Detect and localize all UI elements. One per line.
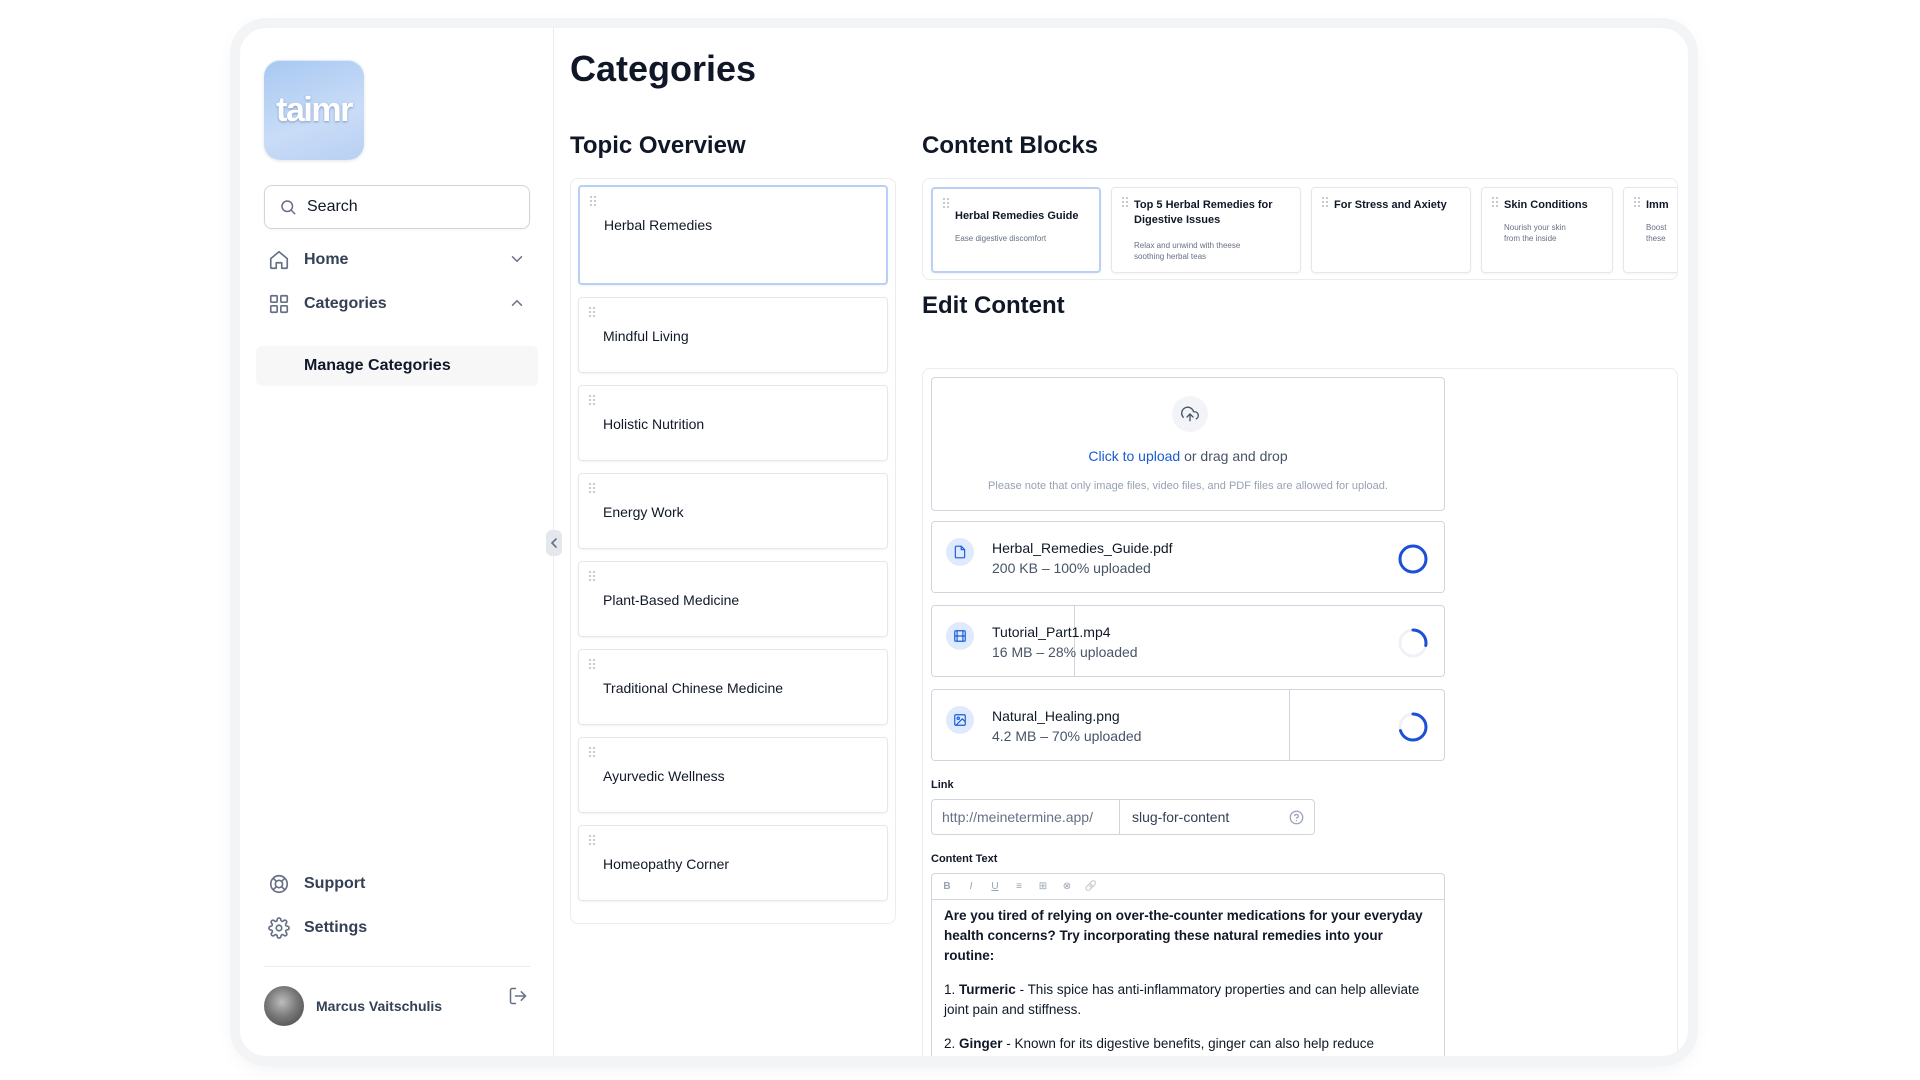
upload-instruction: Click to upload or drag and drop — [1088, 448, 1288, 464]
uploaded-file-item: Natural_Healing.png 4.2 MB – 70% uploade… — [931, 689, 1445, 761]
progress-ring — [1398, 544, 1428, 574]
slug-input[interactable]: slug-for-content — [1120, 800, 1314, 834]
nav-item-categories[interactable]: Categories — [268, 290, 530, 318]
drag-handle-icon[interactable] — [588, 570, 596, 582]
topic-card[interactable]: Homeopathy Corner — [578, 825, 888, 901]
content-block-card[interactable]: For Stress and Axiety — [1311, 187, 1471, 273]
content-intro: Are you tired of relying on over-the-cou… — [944, 908, 1423, 963]
upload-note: Please note that only image files, video… — [988, 480, 1388, 492]
search-placeholder: Search — [307, 198, 358, 215]
app-window: taimr Search Home Categories Manage Cate… — [240, 28, 1688, 1056]
nav-item-home[interactable]: Home — [268, 246, 530, 274]
nav-item-support[interactable]: Support — [268, 870, 530, 898]
drag-handle-icon[interactable] — [1491, 196, 1499, 208]
drag-handle-icon[interactable] — [588, 482, 596, 494]
sidebar-divider — [264, 966, 530, 967]
topic-card[interactable]: Plant-Based Medicine — [578, 561, 888, 637]
file-meta: 16 MB – 28% uploaded — [992, 644, 1138, 660]
topic-overview-title: Topic Overview — [570, 132, 746, 159]
file-icon — [946, 538, 974, 566]
underline-button[interactable]: U — [988, 881, 1002, 892]
topic-list: Herbal Remedies Mindful Living Holistic … — [570, 178, 896, 924]
search-input[interactable]: Search — [264, 185, 530, 229]
topic-card[interactable]: Traditional Chinese Medicine — [578, 649, 888, 725]
video-icon — [946, 622, 974, 650]
drag-handle-icon[interactable] — [588, 746, 596, 758]
drag-handle-icon[interactable] — [588, 306, 596, 318]
content-blocks-title: Content Blocks — [922, 132, 1099, 159]
link-button[interactable]: 🔗 — [1084, 881, 1098, 892]
upload-cloud-icon — [1172, 396, 1208, 432]
drag-handle-icon[interactable] — [1321, 196, 1329, 208]
nav-item-settings[interactable]: Settings — [268, 914, 530, 942]
image-icon — [946, 706, 974, 734]
click-to-upload-link[interactable]: Click to upload — [1088, 448, 1180, 464]
clear-format-button[interactable]: ⊗ — [1060, 881, 1074, 892]
app-logo[interactable]: taimr — [264, 60, 364, 160]
drag-handle-icon[interactable] — [588, 394, 596, 406]
home-icon — [269, 250, 289, 270]
topic-card[interactable]: Holistic Nutrition — [578, 385, 888, 461]
drag-handle-icon[interactable] — [589, 195, 597, 207]
file-meta: 200 KB – 100% uploaded — [992, 560, 1151, 576]
link-field: http://meinetermine.app/ slug-for-conten… — [931, 799, 1315, 835]
progress-ring-arc — [1398, 544, 1428, 574]
chevron-down-icon[interactable] — [508, 250, 526, 268]
list-item: 1. Turmeric - This spice has anti-inflam… — [944, 982, 1420, 1017]
editor-body[interactable]: Are you tired of relying on over-the-cou… — [932, 900, 1444, 1056]
rich-text-editor[interactable]: B I U ≡ ⊞ ⊗ 🔗 Are you tired of relying o… — [931, 873, 1445, 1056]
edit-content-title: Edit Content — [922, 292, 1065, 319]
list-item: 2. Ginger - Known for its digestive bene… — [944, 1036, 1375, 1051]
file-name: Natural_Healing.png — [992, 708, 1120, 724]
link-prefix: http://meinetermine.app/ — [932, 800, 1120, 834]
help-circle-icon[interactable] — [1289, 810, 1304, 825]
content-blocks-list: Herbal Remedies Guide Ease digestive dis… — [922, 178, 1678, 280]
lifebuoy-icon — [269, 874, 289, 894]
grid-icon — [269, 294, 289, 314]
content-block-card[interactable]: Imm Boost these — [1623, 187, 1677, 273]
drag-handle-icon[interactable] — [942, 197, 950, 209]
avatar[interactable] — [264, 986, 304, 1026]
collapse-sidebar-button[interactable] — [546, 530, 562, 556]
file-upload-dropzone[interactable]: Click to upload or drag and drop Please … — [931, 377, 1445, 511]
content-block-card[interactable]: Herbal Remedies Guide Ease digestive dis… — [931, 187, 1101, 273]
drag-handle-icon[interactable] — [1121, 196, 1129, 208]
page-title: Categories — [570, 48, 757, 89]
content-text-label: Content Text — [931, 853, 998, 865]
topic-card[interactable]: Ayurvedic Wellness — [578, 737, 888, 813]
bold-button[interactable]: B — [940, 881, 954, 892]
logout-icon[interactable] — [508, 986, 528, 1006]
user-profile: Marcus Vaitschulis — [264, 984, 530, 1028]
file-name: Herbal_Remedies_Guide.pdf — [992, 540, 1173, 556]
chevron-left-icon — [550, 538, 557, 548]
search-icon — [281, 200, 296, 215]
uploaded-file-item: Herbal_Remedies_Guide.pdf 200 KB – 100% … — [931, 521, 1445, 593]
list-button[interactable]: ≡ — [1012, 881, 1026, 892]
drag-handle-icon[interactable] — [588, 658, 596, 670]
table-button[interactable]: ⊞ — [1036, 881, 1050, 892]
file-meta: 4.2 MB – 70% uploaded — [992, 728, 1142, 744]
file-progress-fill — [932, 690, 1291, 760]
topic-card[interactable]: Energy Work — [578, 473, 888, 549]
uploaded-file-item: Tutorial_Part1.mp4 16 MB – 28% uploaded — [931, 605, 1445, 677]
sidebar: taimr Search Home Categories Manage Cate… — [240, 28, 554, 1056]
link-label: Link — [931, 779, 954, 791]
progress-ring — [1398, 628, 1428, 658]
progress-ring — [1398, 712, 1428, 742]
content-block-card[interactable]: Skin Conditions Nourish your skin from t… — [1481, 187, 1613, 273]
file-name: Tutorial_Part1.mp4 — [992, 624, 1111, 640]
user-name: Marcus Vaitschulis — [316, 998, 443, 1014]
topic-card[interactable]: Herbal Remedies — [578, 185, 888, 285]
content-block-card[interactable]: Top 5 Herbal Remedies for Digestive Issu… — [1111, 187, 1301, 273]
nav-sub-item-manage-categories[interactable]: Manage Categories — [256, 346, 538, 386]
drag-handle-icon[interactable] — [1633, 196, 1641, 208]
topic-card[interactable]: Mindful Living — [578, 297, 888, 373]
gear-icon — [268, 917, 290, 939]
drag-handle-icon[interactable] — [588, 834, 596, 846]
chevron-up-icon[interactable] — [508, 294, 526, 312]
editor-toolbar: B I U ≡ ⊞ ⊗ 🔗 — [932, 874, 1444, 900]
edit-content-panel: Click to upload or drag and drop Please … — [922, 368, 1678, 1056]
file-progress-fill — [932, 522, 1444, 592]
italic-button[interactable]: I — [964, 881, 978, 892]
